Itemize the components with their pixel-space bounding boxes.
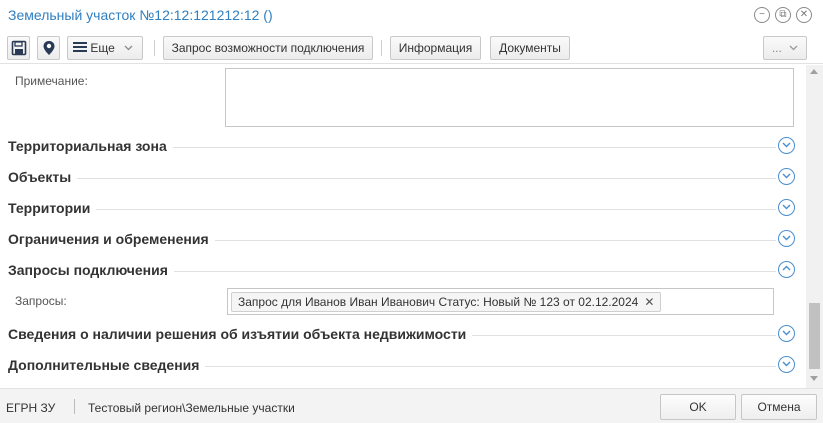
- documents-button[interactable]: Документы: [490, 36, 570, 60]
- section-territories[interactable]: Территории: [0, 196, 806, 220]
- window-title: Земельный участок №12:12:121212:12 (): [8, 7, 273, 23]
- section-divider: [8, 178, 776, 179]
- section-title: Территории: [8, 200, 97, 216]
- chevron-up-icon[interactable]: [778, 261, 795, 278]
- toolbar-separator: [154, 40, 155, 56]
- info-button[interactable]: Информация: [390, 36, 481, 60]
- remove-tag-icon[interactable]: ✕: [644, 295, 654, 309]
- chevron-down-icon[interactable]: [778, 230, 795, 247]
- chevron-down-icon[interactable]: [778, 199, 795, 216]
- form-content: Примечание: Территориальная зона Объекты…: [0, 65, 806, 388]
- request-tag[interactable]: Запрос для Иванов Иван Иванович Статус: …: [231, 292, 662, 312]
- map-pin-icon: [43, 41, 54, 55]
- vertical-scrollbar[interactable]: [806, 65, 823, 388]
- overflow-dropdown[interactable]: ...: [763, 36, 807, 60]
- requests-field[interactable]: Запрос для Иванов Иван Иванович Статус: …: [227, 288, 774, 315]
- status-divider: [74, 399, 75, 414]
- restore-icon[interactable]: ⧉: [775, 7, 791, 23]
- close-icon[interactable]: ✕: [796, 7, 812, 23]
- chevron-down-icon[interactable]: [778, 137, 795, 154]
- statusbar: ЕГРН ЗУ Тестовый регион\Земельные участк…: [0, 388, 823, 423]
- section-title: Территориальная зона: [8, 138, 173, 154]
- note-field[interactable]: [225, 68, 794, 127]
- chevron-down-icon: [789, 45, 798, 51]
- save-button[interactable]: [7, 36, 30, 60]
- scrollbar-thumb[interactable]: [809, 303, 820, 369]
- more-dropdown[interactable]: Еще: [67, 36, 143, 60]
- section-title: Ограничения и обременения: [8, 231, 215, 247]
- connection-request-button[interactable]: Запрос возможности подключения: [163, 36, 373, 60]
- overflow-label: ...: [771, 41, 782, 55]
- section-territorial-zone[interactable]: Территориальная зона: [0, 134, 806, 158]
- section-restrictions[interactable]: Ограничения и обременения: [0, 227, 806, 251]
- more-label: Еще: [90, 41, 115, 55]
- scroll-up-icon[interactable]: [810, 69, 818, 74]
- section-title: Объекты: [8, 169, 78, 185]
- chevron-down-icon: [124, 45, 133, 51]
- section-connection-requests[interactable]: Запросы подключения: [0, 258, 806, 282]
- ok-button[interactable]: OK: [660, 394, 736, 420]
- window-titlebar: Земельный участок №12:12:121212:12 () − …: [0, 0, 823, 32]
- toolbar: Еще Запрос возможности подключения Инфор…: [0, 32, 823, 64]
- request-tag-label: Запрос для Иванов Иван Иванович Статус: …: [238, 295, 639, 309]
- registry-path: Тестовый регион\Земельные участки: [88, 401, 295, 415]
- section-title: Сведения о наличии решения об изъятии об…: [8, 326, 473, 342]
- note-label: Примечание:: [15, 74, 88, 88]
- scroll-down-icon[interactable]: [810, 376, 818, 381]
- section-seizure-decision[interactable]: Сведения о наличии решения об изъятии об…: [0, 322, 806, 346]
- location-button[interactable]: [37, 36, 60, 60]
- chevron-down-icon[interactable]: [778, 356, 795, 373]
- registry-type: ЕГРН ЗУ: [6, 401, 56, 415]
- minimize-icon[interactable]: −: [754, 7, 770, 23]
- section-title: Запросы подключения: [8, 262, 174, 278]
- chevron-down-icon[interactable]: [778, 325, 795, 342]
- section-additional-info[interactable]: Дополнительные сведения: [0, 353, 806, 377]
- chevron-down-icon[interactable]: [778, 168, 795, 185]
- toolbar-separator: [381, 40, 382, 56]
- requests-label: Запросы:: [15, 294, 67, 308]
- hamburger-icon: [73, 42, 87, 52]
- cancel-button[interactable]: Отмена: [741, 394, 817, 420]
- section-title: Дополнительные сведения: [8, 357, 206, 373]
- section-objects[interactable]: Объекты: [0, 165, 806, 189]
- section-divider: [8, 209, 776, 210]
- floppy-disk-icon: [11, 40, 26, 56]
